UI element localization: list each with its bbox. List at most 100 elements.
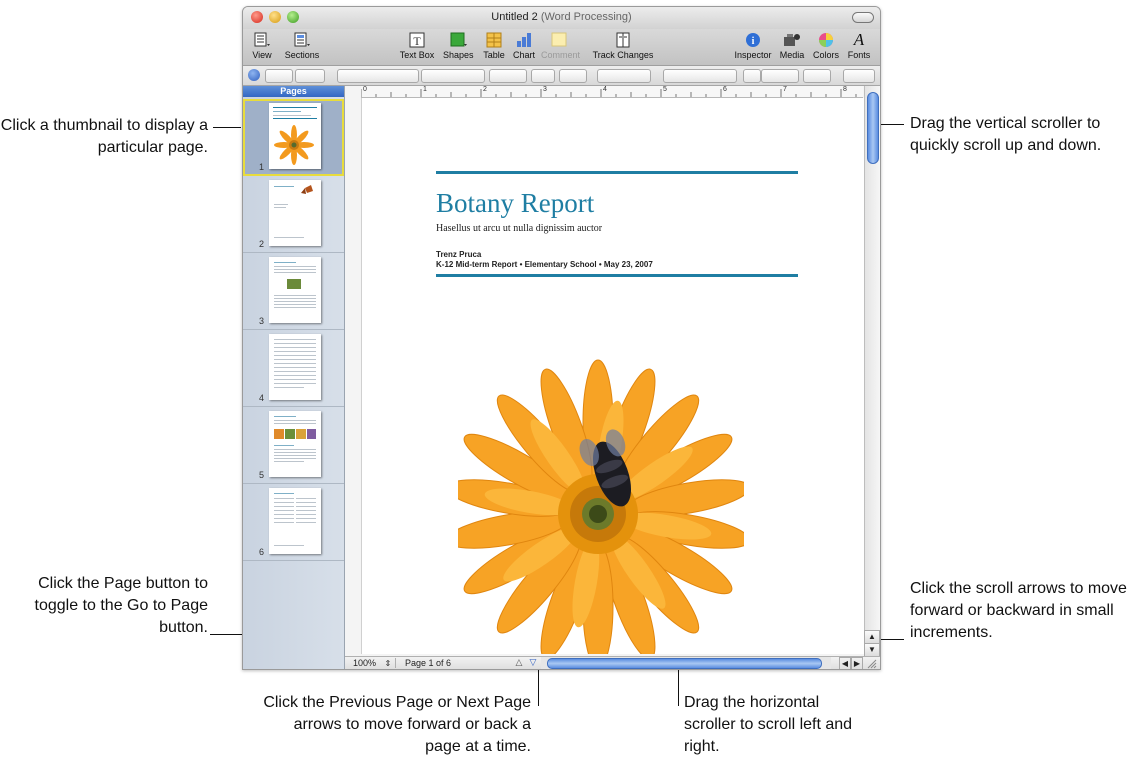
callout-horizontal: Drag the horizontal scroller to scroll l… xyxy=(684,692,874,758)
previous-page-button[interactable]: △ xyxy=(513,657,525,668)
scroll-right-arrow[interactable]: ▶ xyxy=(851,657,863,669)
callout-arrows-text: Click the scroll arrows to move forward … xyxy=(910,580,1127,641)
horizontal-scroller[interactable] xyxy=(547,658,822,669)
scroll-down-arrow[interactable]: ▼ xyxy=(864,643,880,657)
document-author[interactable]: Trenz Pruca xyxy=(436,250,481,259)
table-label: Table xyxy=(483,50,505,60)
line-spacing-icon[interactable] xyxy=(743,69,761,83)
scroll-up-arrow[interactable]: ▲ xyxy=(864,630,880,644)
paragraph-style-popup[interactable] xyxy=(265,69,293,83)
callout-horizontal-line xyxy=(678,664,679,706)
comment-label: Comment xyxy=(541,50,581,60)
page-number: 3 xyxy=(259,316,265,326)
chart-icon xyxy=(514,31,534,49)
font-size-popup[interactable] xyxy=(489,69,527,83)
callout-thumbnail-line xyxy=(213,127,241,128)
view-icon xyxy=(252,31,272,49)
table-button[interactable]: Table xyxy=(481,31,507,60)
page-thumbnail-image xyxy=(269,103,321,169)
page-thumbnail[interactable]: 2 xyxy=(243,176,344,253)
vertical-scrollbar[interactable] xyxy=(864,86,880,632)
vertical-scroller[interactable] xyxy=(867,92,879,164)
fonts-icon: A xyxy=(853,30,865,49)
track-changes-icon xyxy=(613,31,633,49)
text-box-icon: T xyxy=(407,31,427,49)
document-page[interactable]: Botany Report Hasellus ut arcu ut nulla … xyxy=(361,98,864,654)
zoom-popup[interactable]: 100% ⇕ xyxy=(349,658,396,668)
alignment-group[interactable] xyxy=(663,69,737,83)
page-thumbnail[interactable]: 4 xyxy=(243,330,344,407)
list-style-popup[interactable] xyxy=(843,69,875,83)
toolbar-toggle-button[interactable] xyxy=(852,12,874,23)
sections-label: Sections xyxy=(284,50,320,60)
character-style-popup[interactable] xyxy=(295,69,325,83)
font-typeface-popup[interactable] xyxy=(421,69,485,83)
page-indicator: Page 1 of 6 xyxy=(405,658,452,668)
inspector-button[interactable]: i Inspector xyxy=(733,31,773,60)
page-button[interactable]: Page 1 of 6 xyxy=(405,658,451,668)
callout-arrows-line xyxy=(880,639,904,640)
app-window: Untitled 2 (Word Processing) View Sectio… xyxy=(242,6,881,670)
colors-button[interactable]: Colors xyxy=(811,31,841,60)
scroll-left-arrow[interactable]: ◀ xyxy=(839,657,851,669)
document-subtitle[interactable]: Hasellus ut arcu ut nulla dignissim auct… xyxy=(436,223,602,234)
callout-thumbnail: Click a thumbnail to display a particula… xyxy=(0,115,208,159)
callout-page-button: Click the Page button to toggle to the G… xyxy=(0,573,208,639)
window-title-suffix: (Word Processing) xyxy=(540,11,632,23)
next-page-button[interactable]: ▽ xyxy=(527,657,539,668)
track-changes-button[interactable]: Track Changes xyxy=(589,31,657,60)
columns-popup[interactable] xyxy=(803,69,831,83)
page-number: 4 xyxy=(259,393,265,403)
view-button[interactable]: View xyxy=(249,31,275,60)
fonts-button[interactable]: A Fonts xyxy=(845,30,873,61)
page-number: 5 xyxy=(259,470,265,480)
colors-label: Colors xyxy=(812,50,839,60)
page-number: 1 xyxy=(259,162,265,172)
callout-arrows: Click the scroll arrows to move forward … xyxy=(910,578,1135,644)
info-icon: i xyxy=(743,31,763,49)
media-icon xyxy=(782,31,802,49)
page-thumbnail[interactable]: 3 xyxy=(243,253,344,330)
track-changes-label: Track Changes xyxy=(592,50,654,60)
page-thumbnail[interactable]: 5 xyxy=(243,407,344,484)
document-area: 0 1 2 3 4 5 6 7 8 Botany Report Hasellus… xyxy=(345,86,880,669)
sections-button[interactable]: Sections xyxy=(283,31,321,60)
callout-page-button-text: Click the Page button to toggle to the G… xyxy=(34,575,208,636)
line-spacing-popup[interactable] xyxy=(761,69,799,83)
window-title-text: Untitled 2 xyxy=(491,11,538,23)
text-box-button[interactable]: T Text Box xyxy=(399,31,435,60)
bottom-rule xyxy=(436,274,798,277)
flower-image[interactable] xyxy=(458,324,744,654)
zoom-level: 100% xyxy=(353,658,377,668)
font-family-popup[interactable] xyxy=(337,69,419,83)
highlight-color-well[interactable] xyxy=(559,69,587,83)
document-meta[interactable]: K-12 Mid-term Report • Elementary School… xyxy=(436,260,653,269)
format-bar xyxy=(243,66,880,86)
text-color-well[interactable] xyxy=(531,69,555,83)
inspector-label: Inspector xyxy=(734,50,772,60)
page-number: 6 xyxy=(259,547,265,557)
horizontal-ruler[interactable]: 0 1 2 3 4 5 6 7 8 xyxy=(361,86,863,98)
pages-header: Pages xyxy=(243,86,344,97)
comment-button[interactable]: Comment xyxy=(541,31,581,60)
horizontal-scrollbar[interactable] xyxy=(541,657,831,669)
media-button[interactable]: Media xyxy=(777,31,807,60)
color-wheel-icon xyxy=(816,31,836,49)
page-thumbnail-image xyxy=(269,334,321,400)
resize-grip-icon[interactable] xyxy=(865,657,877,669)
shapes-label: Shapes xyxy=(443,50,474,60)
view-label: View xyxy=(252,50,272,60)
callout-horizontal-text: Drag the horizontal scroller to scroll l… xyxy=(684,694,853,755)
callout-vertical: Drag the vertical scroller to quickly sc… xyxy=(910,113,1110,157)
page-thumbnail[interactable]: 1 xyxy=(243,99,344,176)
table-icon xyxy=(484,31,504,49)
page-thumbnail[interactable]: 6 xyxy=(243,484,344,561)
chart-button[interactable]: Chart xyxy=(511,31,537,60)
bold-italic-underline-group[interactable] xyxy=(597,69,651,83)
document-title[interactable]: Botany Report xyxy=(436,188,594,219)
comment-icon xyxy=(549,31,569,49)
page-thumbnails-sidebar: Pages 1 2 3 4 5 6 xyxy=(243,86,345,669)
styles-drawer-icon[interactable] xyxy=(248,69,260,81)
shapes-button[interactable]: Shapes xyxy=(443,31,474,60)
media-label: Media xyxy=(779,50,805,60)
